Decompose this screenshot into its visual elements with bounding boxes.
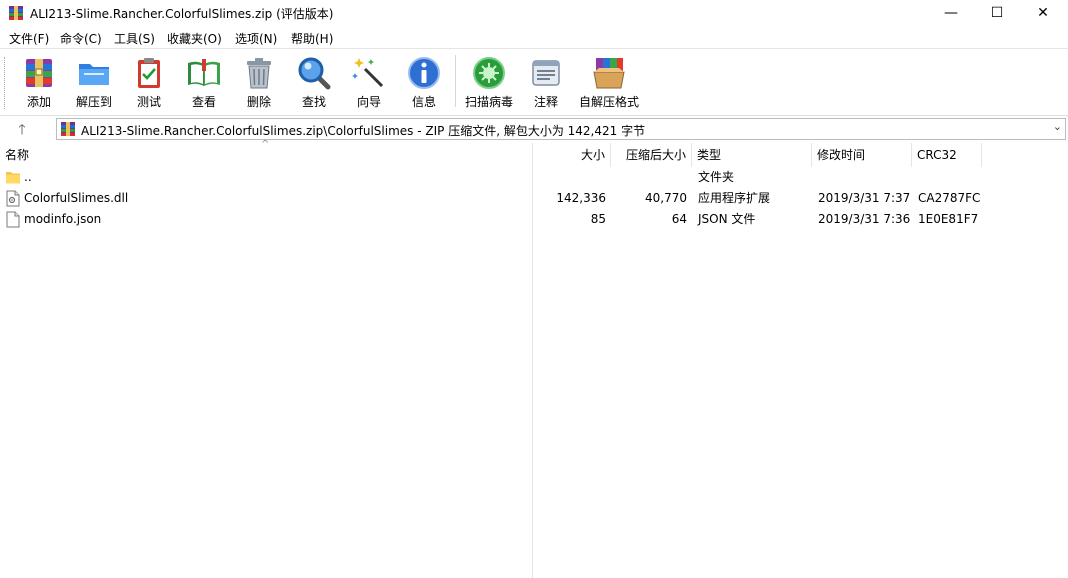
maximize-button[interactable]: ☐ (974, 0, 1020, 26)
address-field[interactable]: ALI213-Slime.Rancher.ColorfulSlimes.zip\… (56, 118, 1066, 140)
info-icon (408, 57, 440, 89)
virus-scan-label: 扫描病毒 (464, 95, 513, 109)
column-header-packed[interactable]: 压缩后大小 (611, 143, 692, 167)
close-button[interactable]: ✕ (1020, 0, 1066, 26)
file-type: JSON 文件 (698, 212, 756, 226)
sfx-button[interactable]: 自解压格式 (579, 51, 639, 111)
file-crc: 1E0E81F7 (918, 212, 979, 226)
winrar-app-icon (9, 6, 23, 20)
delete-icon (247, 58, 271, 89)
menu-help[interactable]: 帮助(H) (291, 30, 333, 47)
archive-icon (61, 122, 75, 136)
file-name: .. (24, 170, 32, 184)
file-packed-size: 40,770 (645, 191, 687, 205)
comment-button[interactable]: 注释 (518, 51, 574, 111)
file-modified: 2019/3/31 7:36 (818, 212, 911, 226)
column-header-size[interactable]: 大小 (533, 143, 611, 167)
menu-bar: 文件(F) 命令(C) 工具(S) 收藏夹(O) 选项(N) 帮助(H) (0, 27, 1068, 47)
list-header: 名称 ^ 大小 压缩后大小 类型 修改时间 CRC32 (0, 139, 1068, 167)
menu-tools[interactable]: 工具(S) (114, 30, 155, 47)
address-path: ALI213-Slime.Rancher.ColorfulSlimes.zip\… (81, 124, 646, 138)
comment-label: 注释 (533, 95, 558, 109)
info-label: 信息 (411, 95, 436, 109)
view-icon (188, 59, 220, 86)
file-type: 文件夹 (698, 170, 735, 184)
virus-scan-icon (473, 57, 505, 89)
file-crc: CA2787FC (918, 191, 981, 205)
comment-icon (532, 60, 560, 86)
toolbar-separator (455, 55, 456, 107)
test-button[interactable]: 测试 (121, 51, 177, 111)
up-arrow-icon: 🡑 (18, 122, 26, 138)
file-name: ColorfulSlimes.dll (24, 191, 129, 205)
address-row: 🡑 ALI213-Slime.Rancher.ColorfulSlimes.zi… (0, 115, 1068, 141)
virus-scan-button[interactable]: 扫描病毒 (461, 51, 517, 111)
up-button[interactable]: 🡑 (10, 119, 34, 139)
wizard-icon (352, 58, 384, 88)
file-icon (6, 211, 20, 228)
chevron-down-icon[interactable]: ⌄ (1053, 120, 1062, 133)
menu-favorites[interactable]: 收藏夹(O) (167, 30, 222, 47)
wizard-button[interactable]: 向导 (341, 51, 397, 111)
menu-command[interactable]: 命令(C) (60, 30, 102, 47)
find-button[interactable]: 查找 (286, 51, 342, 111)
table-row[interactable]: modinfo.json 85 64 JSON 文件 2019/3/31 7:3… (0, 209, 1068, 230)
folder-icon (6, 172, 20, 184)
dll-file-icon (6, 190, 20, 207)
delete-button[interactable]: 删除 (231, 51, 287, 111)
minimize-icon: — (944, 5, 958, 21)
file-packed-size: 64 (671, 212, 687, 226)
column-header-type[interactable]: 类型 (692, 143, 812, 167)
file-size: 142,336 (556, 191, 606, 205)
maximize-icon: ☐ (990, 5, 1004, 21)
menu-options[interactable]: 选项(N) (235, 30, 277, 47)
add-archive-icon (26, 59, 52, 87)
menu-file[interactable]: 文件(F) (9, 30, 49, 47)
close-icon: ✕ (1037, 5, 1049, 21)
file-name: modinfo.json (24, 212, 102, 226)
column-header-modified[interactable]: 修改时间 (812, 143, 912, 167)
file-size: 85 (590, 212, 606, 226)
table-row[interactable]: .. 文件夹 (0, 167, 1068, 188)
file-modified: 2019/3/31 7:37 (818, 191, 911, 205)
file-type: 应用程序扩展 (698, 191, 771, 205)
column-size-label: 大小 (580, 148, 605, 162)
column-crc-label: CRC32 (917, 148, 957, 162)
sort-up-icon: ^ (261, 139, 270, 150)
column-header-crc[interactable]: CRC32 (912, 143, 982, 167)
window-title: ALI213-Slime.Rancher.ColorfulSlimes.zip … (30, 7, 334, 21)
column-type-label: 类型 (697, 148, 722, 162)
sfx-label: 自解压格式 (578, 95, 639, 109)
column-packed-label: 压缩后大小 (625, 148, 686, 162)
table-row[interactable]: ColorfulSlimes.dll 142,336 40,770 应用程序扩展… (0, 188, 1068, 209)
find-icon (298, 57, 331, 90)
extract-to-button[interactable]: 解压到 (66, 51, 122, 111)
view-button[interactable]: 查看 (176, 51, 232, 111)
file-list: 名称 ^ 大小 压缩后大小 类型 修改时间 CRC32 .. 文件夹 Color… (0, 139, 1068, 578)
column-name-label: 名称 (5, 148, 30, 162)
add-button[interactable]: 添加 (11, 51, 67, 111)
title-bar: ALI213-Slime.Rancher.ColorfulSlimes.zip … (0, 0, 1068, 26)
info-button[interactable]: 信息 (396, 51, 452, 111)
column-modified-label: 修改时间 (817, 148, 866, 162)
test-icon (138, 58, 160, 88)
toolbar: 添加 解压到 测试 查看 删除 查找 向导 信息 扫描病毒 注释 自解压格式 (0, 48, 1068, 114)
sfx-icon (593, 58, 625, 89)
extract-to-icon (79, 64, 109, 85)
minimize-button[interactable]: — (928, 0, 974, 26)
